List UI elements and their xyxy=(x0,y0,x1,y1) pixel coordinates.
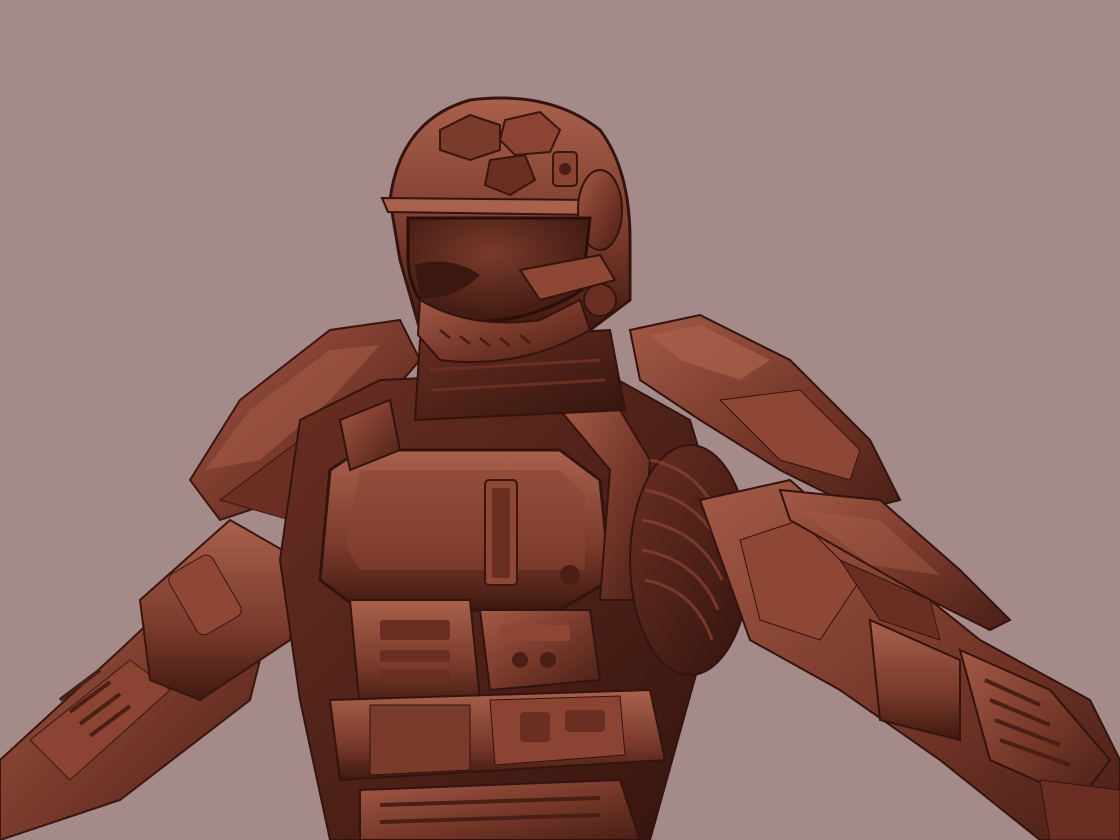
left-arm xyxy=(0,518,302,840)
render-viewport xyxy=(0,0,1120,840)
sculpt-render xyxy=(0,96,1120,840)
helmet xyxy=(380,96,632,363)
